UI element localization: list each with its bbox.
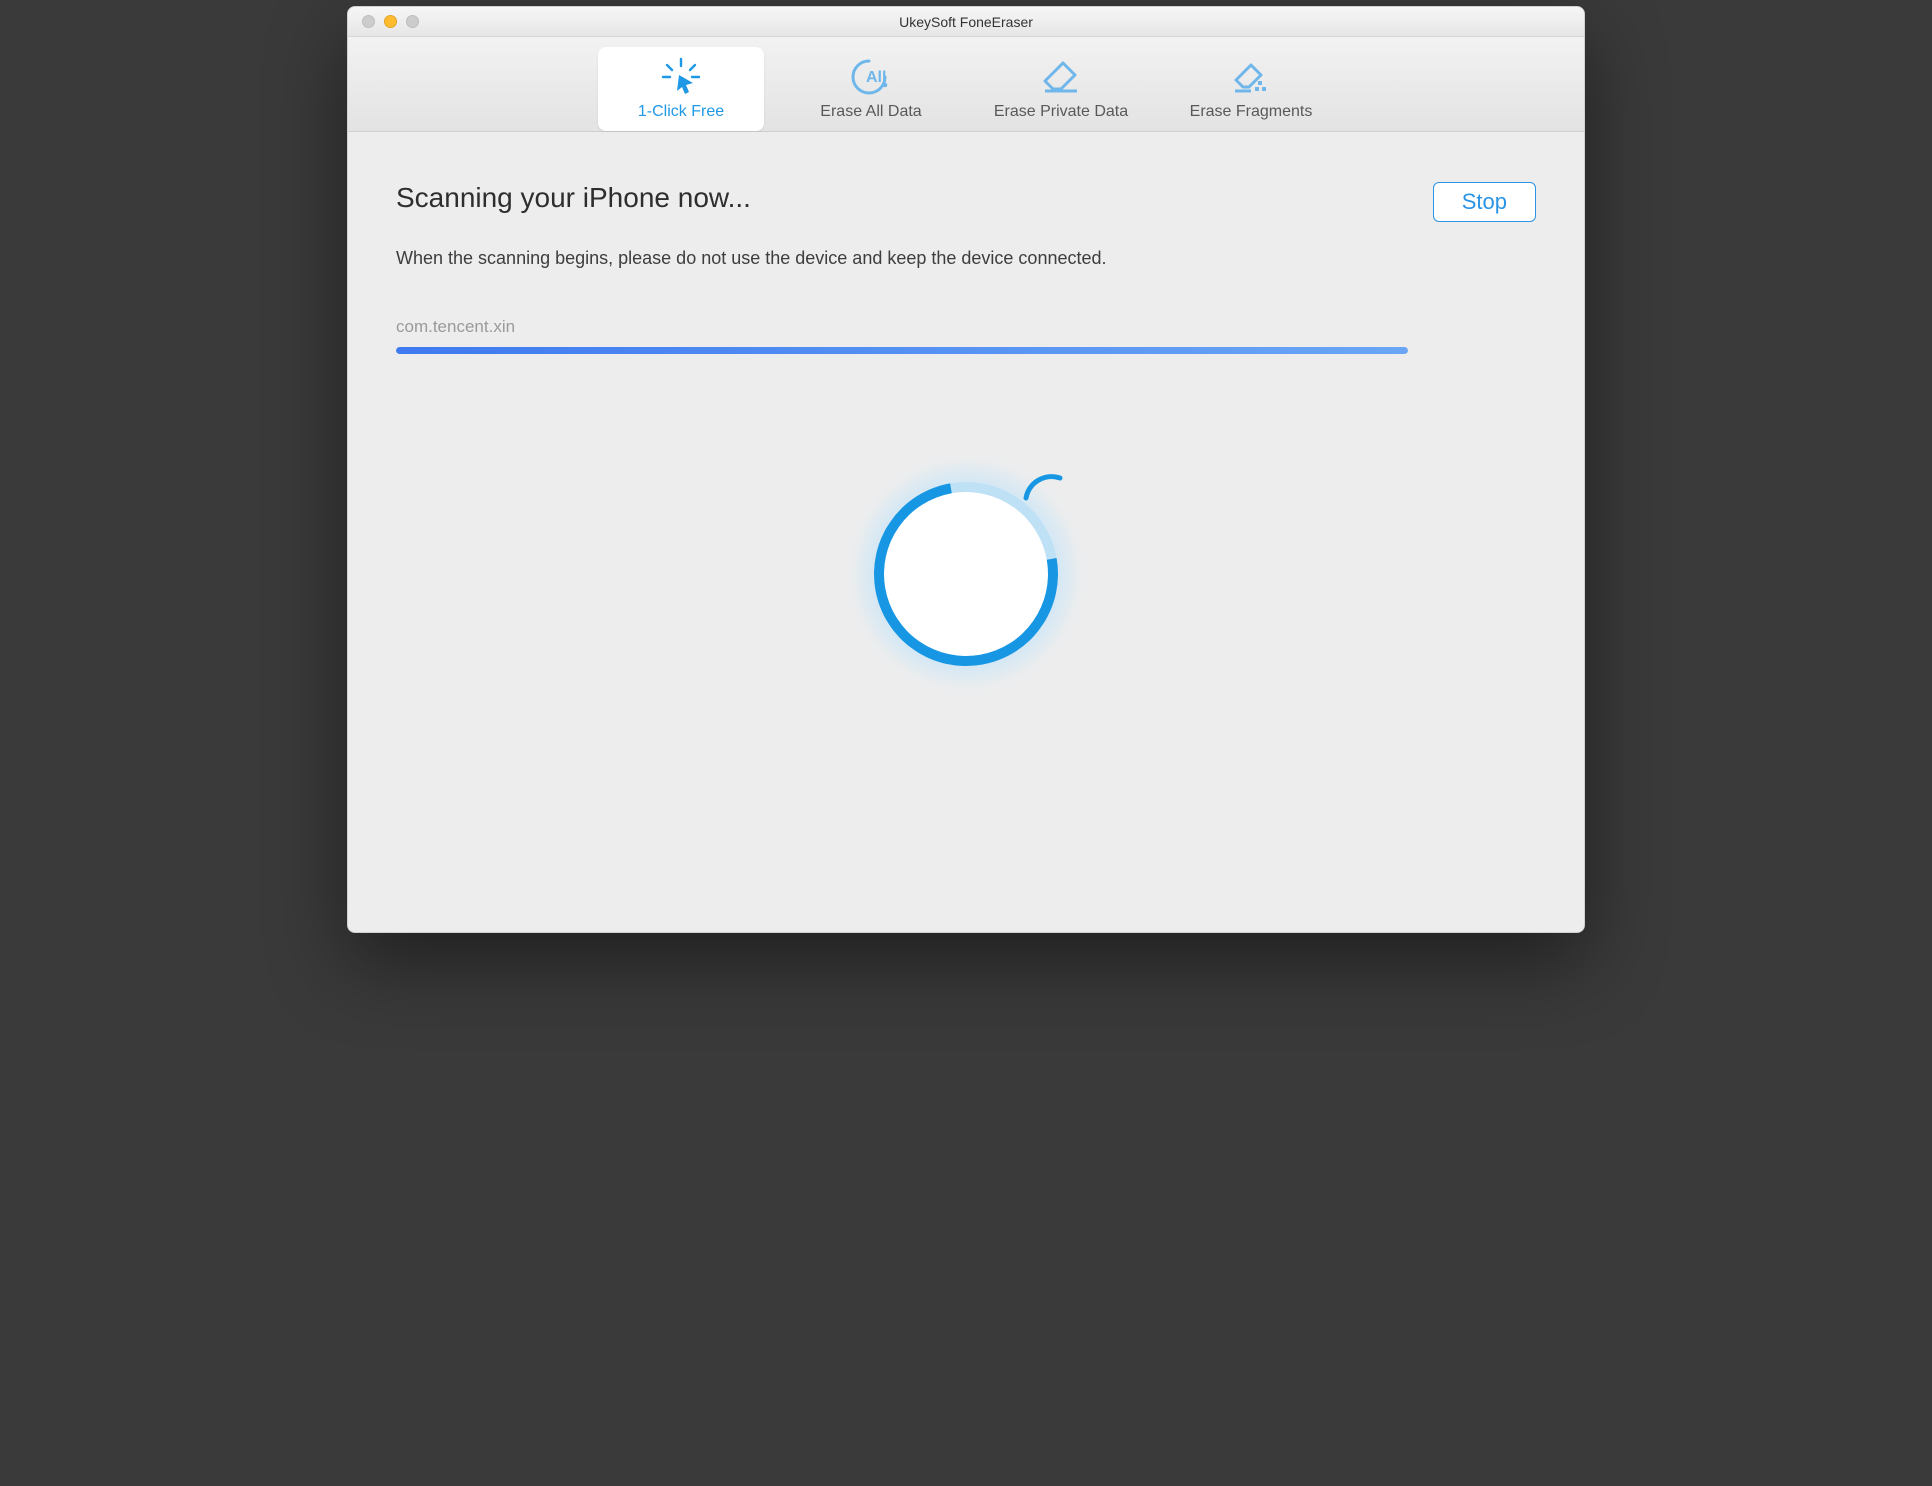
app-window: UkeySoft FoneEraser 1-Click Free	[347, 6, 1585, 933]
tab-label: Erase All Data	[820, 103, 921, 121]
scanning-spinner-icon	[856, 464, 1076, 684]
click-icon	[659, 57, 703, 97]
progress-bar	[396, 347, 1408, 354]
all-icon: All	[849, 57, 893, 97]
spinner-container	[396, 464, 1536, 684]
tab-erase-all-data[interactable]: All Erase All Data	[788, 47, 954, 131]
page-title: Scanning your iPhone now...	[396, 182, 751, 214]
current-scan-item: com.tencent.xin	[396, 317, 1536, 337]
content-area: Scanning your iPhone now... Stop When th…	[348, 132, 1584, 932]
stop-button[interactable]: Stop	[1433, 182, 1536, 222]
tab-label: 1-Click Free	[638, 103, 724, 121]
window-title: UkeySoft FoneEraser	[348, 14, 1584, 30]
titlebar[interactable]: UkeySoft FoneEraser	[348, 7, 1584, 37]
progress-bar-fill	[396, 347, 1408, 354]
eraser-fragment-icon	[1229, 57, 1273, 97]
tab-label: Erase Private Data	[994, 103, 1128, 121]
toolbar-tabs: 1-Click Free All Erase All Data	[348, 37, 1584, 132]
eraser-icon	[1039, 57, 1083, 97]
tab-label: Erase Fragments	[1190, 103, 1313, 121]
tab-erase-fragments[interactable]: Erase Fragments	[1168, 47, 1334, 131]
instruction-text: When the scanning begins, please do not …	[396, 248, 1536, 269]
tab-1-click-free[interactable]: 1-Click Free	[598, 47, 764, 131]
tab-erase-private-data[interactable]: Erase Private Data	[978, 47, 1144, 131]
